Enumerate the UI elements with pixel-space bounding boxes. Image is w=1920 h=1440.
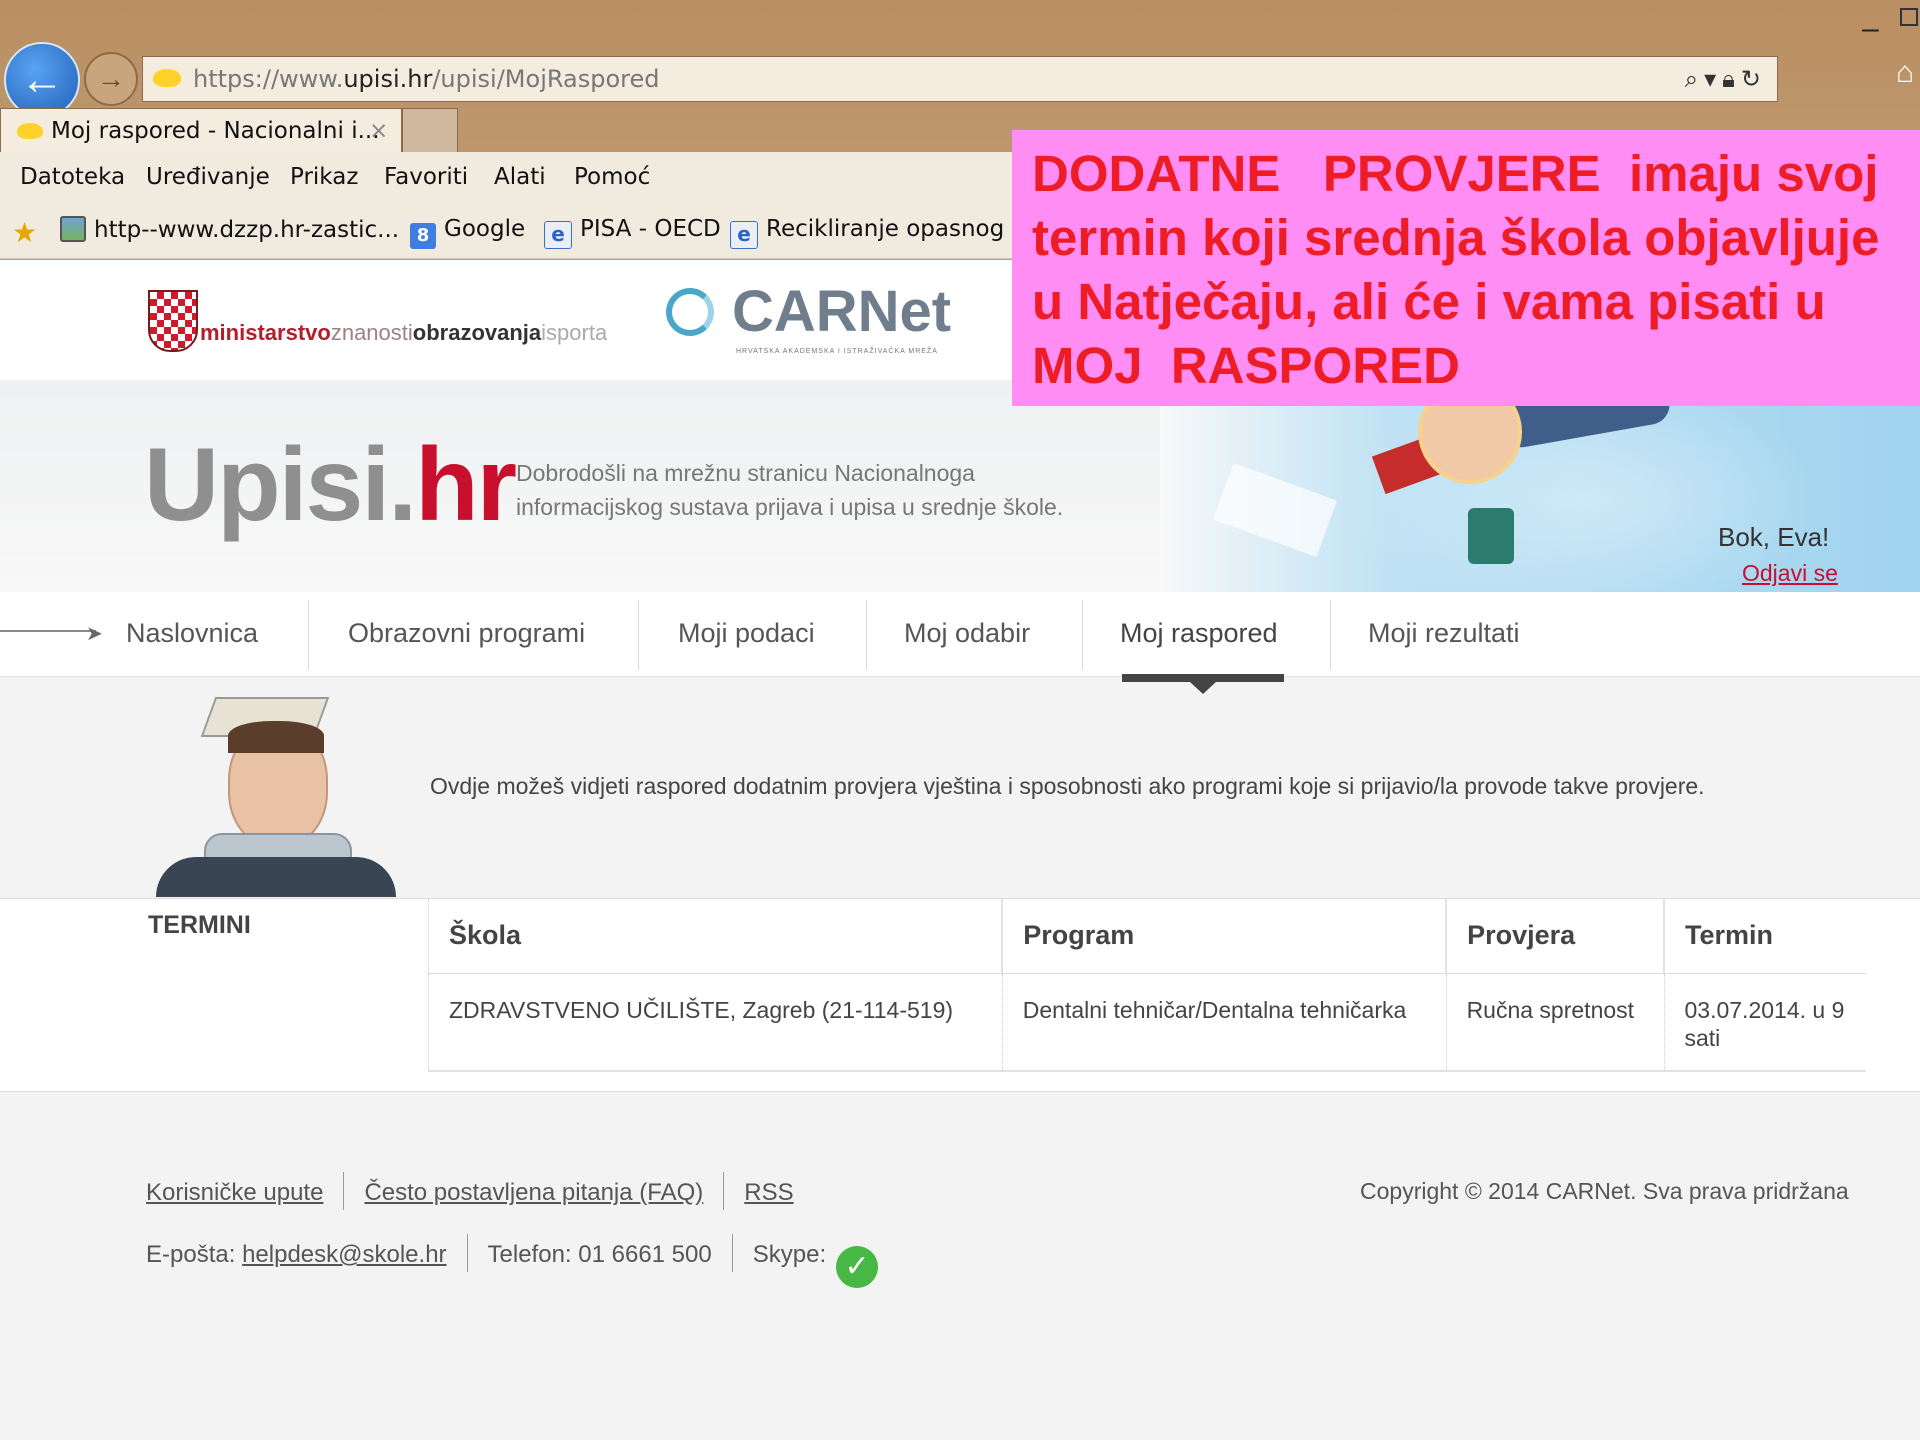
menu-tools[interactable]: Alati bbox=[494, 164, 546, 190]
schedule-table: Škola Program Provjera Termin ZDRAVSTVEN… bbox=[428, 899, 1866, 1072]
site-header: Upisi.hr Dobrodošli na mrežnu stranicu N… bbox=[0, 375, 1920, 592]
home-icon[interactable]: ⌂ bbox=[1896, 56, 1914, 90]
google-icon: 8 bbox=[410, 223, 436, 249]
favorite-link[interactable]: e PISA - OECD bbox=[544, 216, 721, 249]
carnet-logo[interactable]: CARNet bbox=[732, 278, 951, 345]
dropdown-icon[interactable]: ▾ bbox=[1704, 65, 1722, 93]
column-header-school: Škola bbox=[428, 899, 1003, 973]
url-text: https://www.upisi.hr/upisi/MojRaspored bbox=[193, 65, 660, 93]
column-header-term: Termin bbox=[1663, 899, 1866, 973]
faq-link[interactable]: Često postavljena pitanja (FAQ) bbox=[364, 1179, 703, 1206]
email-label: E-pošta: bbox=[146, 1241, 236, 1268]
site-tagline: Dobrodošli na mrežnu stranicu Nacionalno… bbox=[516, 460, 1064, 520]
browser-tab-active[interactable]: Moj raspored - Nacionalni i... × bbox=[0, 108, 402, 153]
menu-edit[interactable]: Uređivanje bbox=[146, 164, 270, 190]
copyright-text: Copyright © 2014 CARNet. Sva prava pridr… bbox=[1360, 1178, 1849, 1204]
maximize-icon[interactable] bbox=[1900, 8, 1918, 26]
favorite-link[interactable]: e Recikliranje opasnog ot bbox=[730, 216, 1035, 249]
arrow-right-icon: → bbox=[97, 63, 125, 94]
callout-text: DODATNE PROVJERE imaju svoj termin koji … bbox=[1032, 145, 1894, 394]
menu-file[interactable]: Datoteka bbox=[20, 164, 125, 190]
site-favicon-icon bbox=[17, 123, 43, 139]
close-tab-icon[interactable]: × bbox=[369, 109, 388, 153]
contact-line: E-pošta: helpdesk@skole.hr Telefon: 01 66… bbox=[146, 1234, 879, 1288]
nav-item-moji-rezultati[interactable]: Moji rezultati bbox=[1368, 592, 1520, 676]
footer-links: Korisničke upute Često postavljena pitanj… bbox=[146, 1172, 794, 1210]
menu-favorites[interactable]: Favoriti bbox=[384, 164, 468, 190]
nav-item-moj-raspored[interactable]: Moj raspored bbox=[1120, 592, 1278, 676]
table-row: ZDRAVSTVENO UČILIŠTE, Zagreb (21-114-519… bbox=[428, 972, 1866, 1072]
email-link[interactable]: helpdesk@skole.hr bbox=[242, 1241, 446, 1268]
main-nav: ➤ Naslovnica Obrazovni programi Moji pod… bbox=[0, 592, 1920, 677]
rss-link[interactable]: RSS bbox=[744, 1179, 793, 1206]
forward-button[interactable]: → bbox=[84, 52, 138, 106]
table-cell-term: 03.07.2014. u 9 sati bbox=[1663, 972, 1866, 1072]
annotation-callout: DODATNE PROVJERE imaju svoj termin koji … bbox=[1012, 130, 1920, 406]
phone-text: Telefon: 01 6661 500 bbox=[487, 1241, 712, 1268]
nav-item-moji-podaci[interactable]: Moji podaci bbox=[678, 592, 815, 676]
nav-item-moj-odabir[interactable]: Moj odabir bbox=[904, 592, 1030, 676]
menu-help[interactable]: Pomoć bbox=[574, 164, 650, 190]
favorite-link[interactable]: http--www.dzzp.hr-zastic... bbox=[60, 216, 399, 243]
tab-title: Moj raspored - Nacionalni i... bbox=[51, 118, 380, 144]
arrow-left-icon: ← bbox=[20, 55, 64, 104]
column-header-check: Provjera bbox=[1445, 899, 1664, 973]
site-favicon-icon bbox=[153, 69, 181, 87]
back-button[interactable]: ← bbox=[4, 42, 80, 118]
address-bar[interactable]: https://www.upisi.hr/upisi/MojRaspored ⌕… bbox=[142, 56, 1778, 102]
nav-item-naslovnica[interactable]: Naslovnica bbox=[126, 592, 258, 676]
refresh-icon[interactable]: ↻ bbox=[1741, 65, 1767, 93]
table-cell-check: Ručna spretnost bbox=[1445, 972, 1664, 1072]
add-favorite-button[interactable]: ★ bbox=[12, 216, 45, 249]
star-icon: ★ bbox=[12, 216, 38, 249]
search-icon[interactable]: ⌕ bbox=[1685, 65, 1704, 93]
nav-decor-line bbox=[0, 630, 96, 632]
carnet-subtitle: HRVATSKA AKADEMSKA I ISTRAŽIVAČKA MREŽA bbox=[736, 348, 938, 355]
image-icon bbox=[60, 216, 86, 242]
column-header-program: Program bbox=[1001, 899, 1447, 973]
intro-section: Ovdje možeš vidjeti raspored dodatnim pr… bbox=[0, 677, 1920, 897]
croatian-crest-icon bbox=[148, 290, 198, 352]
terms-heading: TERMINI bbox=[148, 911, 251, 939]
logout-link[interactable]: Odjavi se bbox=[1742, 560, 1838, 587]
minimize-icon[interactable]: – bbox=[1862, 14, 1879, 44]
table-cell-school: ZDRAVSTVENO UČILIŠTE, Zagreb (21-114-519… bbox=[428, 972, 1003, 1072]
menu-view[interactable]: Prikaz bbox=[290, 164, 358, 190]
ie-page-icon: e bbox=[730, 221, 758, 249]
favorite-link[interactable]: 8 Google bbox=[410, 216, 525, 249]
ie-page-icon: e bbox=[544, 221, 572, 249]
intro-text: Ovdje možeš vidjeti raspored dodatnim pr… bbox=[430, 773, 1705, 799]
skype-label: Skype: bbox=[752, 1241, 827, 1268]
skype-status-icon[interactable]: ✓ bbox=[836, 1246, 879, 1288]
terms-section: TERMINI Škola Program Provjera Termin ZD… bbox=[0, 898, 1920, 1092]
arrow-right-icon: ➤ bbox=[86, 623, 103, 645]
upisi-logo[interactable]: Upisi.hr bbox=[144, 426, 517, 545]
user-guide-link[interactable]: Korisničke upute bbox=[146, 1179, 323, 1206]
lock-icon[interactable]: 🔒︎ bbox=[1722, 65, 1741, 93]
carnet-swirl-icon bbox=[666, 288, 714, 336]
student-illustration bbox=[156, 697, 396, 897]
table-cell-program: Dentalni tehničar/Dentalna tehničarka bbox=[1001, 972, 1447, 1072]
user-greeting: Bok, Eva! bbox=[1718, 522, 1830, 552]
nav-item-obrazovni-programi[interactable]: Obrazovni programi bbox=[348, 592, 585, 676]
ministry-logo[interactable]: ministarstvoznanostiobrazovanjaisporta bbox=[200, 320, 607, 346]
new-tab-button[interactable] bbox=[402, 108, 458, 153]
